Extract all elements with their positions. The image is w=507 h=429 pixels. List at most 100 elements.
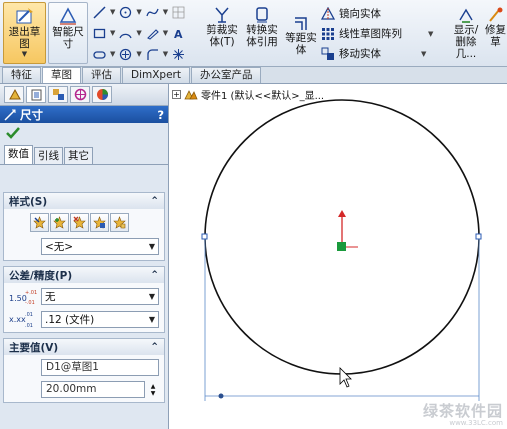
linear-pattern-button[interactable]: 线性草图阵列 ▼ xyxy=(321,26,433,41)
chevron-down-icon[interactable]: ▼ xyxy=(163,8,168,16)
delete-style-icon xyxy=(73,216,86,229)
style-select[interactable]: <无> ▼ xyxy=(41,238,159,255)
display-delete-text: 显示/删除几... xyxy=(453,24,479,60)
spin-arrows[interactable]: ▲ ▼ xyxy=(147,383,159,397)
chevron-down-icon[interactable]: ▼ xyxy=(110,8,115,16)
chevron-down-icon[interactable]: ▼ xyxy=(428,30,433,38)
save-style-icon xyxy=(93,216,106,229)
tab-dimxpert[interactable]: DimXpert xyxy=(122,67,190,83)
tolerance-type-icon: 1.50 +.01 -.01 xyxy=(9,290,37,305)
style-section: 样式(S) ⌃ <无> ▼ xyxy=(3,192,165,261)
chevron-down-icon[interactable]: ▼ xyxy=(163,50,168,58)
primary-value-section-body: D1@草图1 20.00mm ▲ ▼ xyxy=(4,355,164,402)
circle-quadrant-point[interactable] xyxy=(201,233,208,240)
dimxpert-manager-tab[interactable] xyxy=(70,86,90,103)
move-entities-button[interactable]: 移动实体 ▼ xyxy=(321,46,426,61)
tab-evaluate[interactable]: 评估 xyxy=(82,67,121,83)
add-style-icon xyxy=(53,216,66,229)
solidworks-window: 退出草图 ▼ 智能尺寸 ▼ ▼ ▼ ▼ ▼ ▼ A ▼ ▼ ▼ 剪裁实体(T) … xyxy=(0,0,507,429)
pen-tool-icon[interactable] xyxy=(145,26,160,40)
dimension-value-field[interactable]: 20.00mm xyxy=(41,381,145,398)
line-icon[interactable] xyxy=(92,5,107,19)
repair-sketch-icon xyxy=(488,7,502,22)
chevron-down-icon[interactable]: ▼ xyxy=(136,50,141,58)
tab-office-products[interactable]: 办公室产品 xyxy=(190,67,262,83)
chevron-down-icon[interactable]: ▼ xyxy=(110,29,115,37)
load-style-icon xyxy=(113,216,126,229)
tab-other[interactable]: 其它 xyxy=(64,147,93,164)
style-section-header[interactable]: 样式(S) ⌃ xyxy=(4,193,164,209)
exit-sketch-button[interactable]: 退出草图 ▼ xyxy=(3,2,46,64)
add-style-button[interactable] xyxy=(50,213,69,232)
chevron-down-icon[interactable]: ▼ xyxy=(110,50,115,58)
precision-value: .12 (文件) xyxy=(45,313,95,326)
point-tool-icon[interactable] xyxy=(171,47,186,61)
feature-manager-tab[interactable] xyxy=(4,86,24,103)
load-style-button[interactable] xyxy=(110,213,129,232)
apply-default-style-button[interactable] xyxy=(30,213,49,232)
move-entities-label: 移动实体 xyxy=(339,48,381,60)
circle-quadrant-point[interactable] xyxy=(475,233,482,240)
svg-text:A: A xyxy=(174,28,183,40)
ok-checkmark-icon[interactable] xyxy=(5,126,21,140)
tolerance-type-select[interactable]: 无 ▼ xyxy=(41,288,159,305)
configuration-manager-tab[interactable] xyxy=(48,86,68,103)
save-style-button[interactable] xyxy=(90,213,109,232)
spin-up-icon[interactable]: ▲ xyxy=(147,383,159,390)
tab-features[interactable]: 特征 xyxy=(2,67,41,83)
tab-leaders[interactable]: 引线 xyxy=(34,147,63,164)
collapse-icon[interactable]: ⌃ xyxy=(150,269,159,281)
offset-entities-button[interactable]: 等距实体 xyxy=(283,14,319,56)
precision-select[interactable]: .12 (文件) ▼ xyxy=(41,310,159,328)
sketch-canvas[interactable] xyxy=(170,84,507,429)
display-delete-relations-button[interactable]: 显示/删除几... xyxy=(450,6,482,60)
polygon-tool-icon[interactable] xyxy=(118,47,133,61)
smart-dimension-label: 智能尺寸 xyxy=(52,26,84,50)
collapse-icon[interactable]: ⌃ xyxy=(150,341,159,353)
dimension-value-spinner: 20.00mm ▲ ▼ xyxy=(41,381,159,398)
spline-icon[interactable] xyxy=(145,5,160,19)
offset-entities-label: 等距实体 xyxy=(283,32,319,56)
svg-text:-.01: -.01 xyxy=(25,300,35,305)
trim-entities-text: 剪裁实体(T) xyxy=(206,24,238,48)
slot-tool-icon[interactable] xyxy=(92,47,107,61)
property-manager-tab[interactable] xyxy=(26,86,46,103)
chevron-down-icon[interactable]: ▼ xyxy=(136,8,141,16)
collapse-icon[interactable]: ⌃ xyxy=(150,195,159,207)
dimension-name-field[interactable]: D1@草图1 xyxy=(41,359,159,376)
chevron-down-icon[interactable]: ▼ xyxy=(136,29,141,37)
display-manager-tab[interactable] xyxy=(92,86,112,103)
chevron-down-icon[interactable]: ▼ xyxy=(163,29,168,37)
origin-icon[interactable] xyxy=(337,242,346,251)
grid-icon[interactable] xyxy=(171,5,186,19)
graphics-area[interactable]: + 零件1 (默认<<默认>_显... 绿茶软件园 www.33LC.com xyxy=(170,84,507,429)
arc-tool-icon[interactable] xyxy=(118,26,133,40)
dimxpert-icon xyxy=(74,88,86,101)
mirror-entities-button[interactable]: 镜向实体 xyxy=(321,6,381,21)
primary-value-section-header[interactable]: 主要值(V) ⌃ xyxy=(4,339,164,355)
smart-dimension-button[interactable]: 智能尺寸 xyxy=(48,2,88,64)
fillet-tool-icon[interactable] xyxy=(145,47,160,61)
circle-tool-icon[interactable] xyxy=(118,5,133,19)
move-entities-icon xyxy=(321,47,334,60)
repair-sketch-button[interactable]: 修复草 xyxy=(484,6,507,48)
tab-sketch[interactable]: 草图 xyxy=(42,67,81,83)
dimension-arrow-point[interactable] xyxy=(218,393,224,399)
tolerance-section-header[interactable]: 公差/精度(P) ⌃ xyxy=(4,267,164,283)
style-select-value: <无> xyxy=(45,241,74,253)
sketch-tools-row-1: ▼ ▼ ▼ xyxy=(92,4,186,20)
text-tool-icon[interactable]: A xyxy=(171,26,186,40)
tab-value[interactable]: 数值 xyxy=(4,145,33,164)
smart-dimension-icon xyxy=(59,7,77,25)
convert-entities-label: 转换实体引用 xyxy=(244,24,280,48)
delete-style-button[interactable] xyxy=(70,213,89,232)
help-button[interactable]: ? xyxy=(157,108,164,122)
convert-entities-button[interactable]: 转换实体引用 xyxy=(244,6,280,48)
spin-down-icon[interactable]: ▼ xyxy=(147,390,159,397)
rectangle-tool-icon[interactable] xyxy=(92,26,107,40)
exit-sketch-label: 退出草图 xyxy=(8,26,41,50)
trim-entities-button[interactable]: 剪裁实体(T) xyxy=(204,6,240,48)
origin-y-arrow xyxy=(338,210,346,217)
mirror-entities-label: 镜向实体 xyxy=(339,8,381,20)
chevron-down-icon[interactable]: ▼ xyxy=(421,50,426,58)
